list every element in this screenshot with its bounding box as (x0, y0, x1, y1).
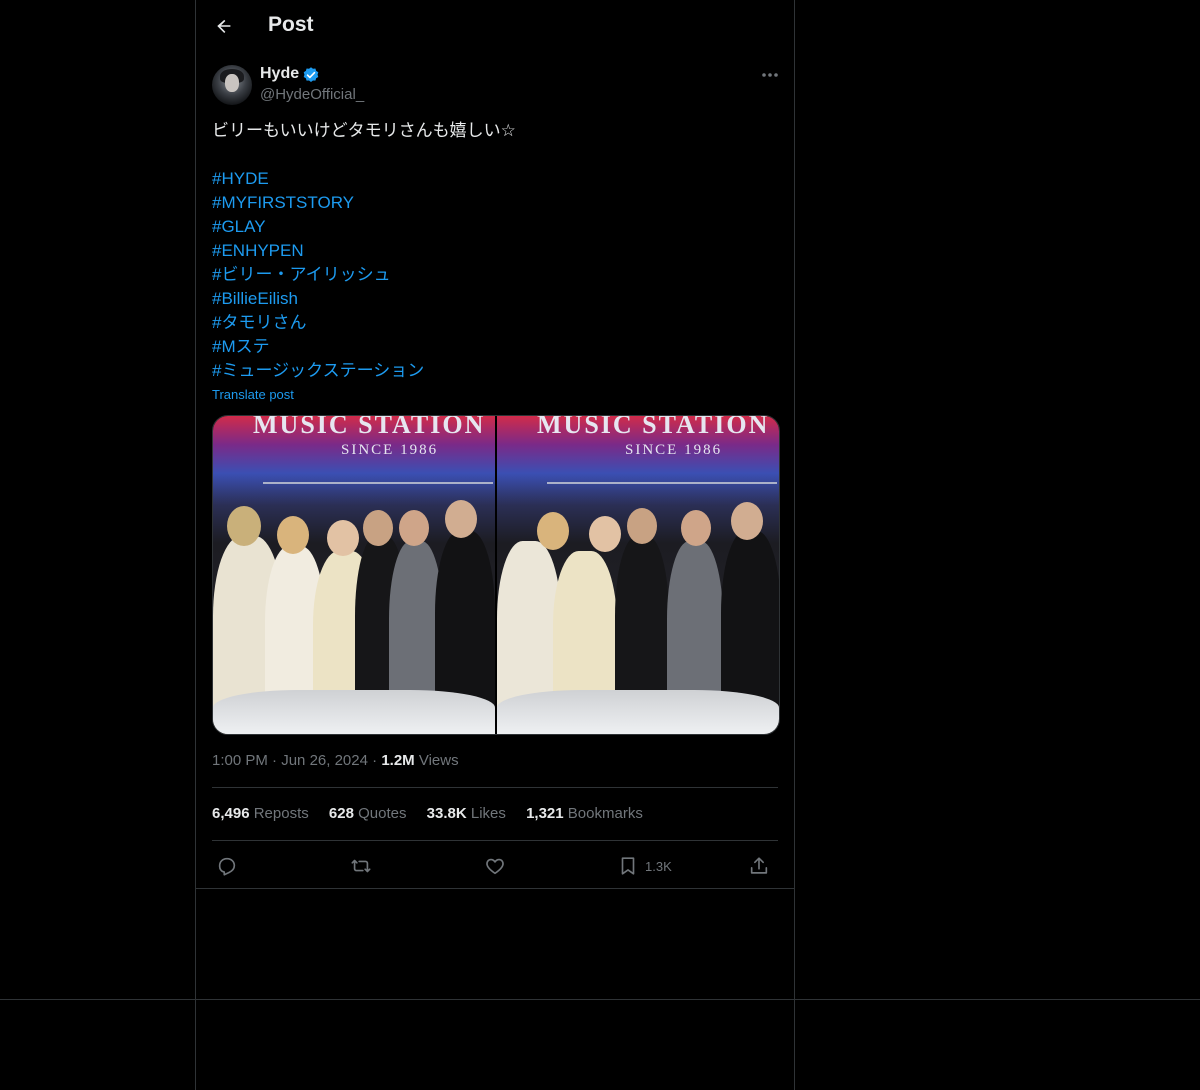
meta-separator: · (372, 752, 382, 769)
quotes-stat[interactable]: 628 Quotes (329, 805, 407, 822)
post-metadata: 1:00 PM · Jun 26, 2024 · 1.2M Views (212, 752, 459, 769)
hashtag-link[interactable]: #Mステ (212, 335, 424, 359)
media-grid: MUSIC STATION SINCE 1986 MUSIC STATION S… (212, 415, 780, 735)
quotes-label: Quotes (358, 805, 407, 822)
hashtag-list: #HYDE #MYFIRSTSTORY #GLAY #ENHYPEN #ビリー・… (212, 167, 424, 383)
more-options-button[interactable] (759, 64, 781, 86)
views-count: 1.2M (381, 752, 415, 769)
person-head (627, 508, 657, 544)
person-head (445, 500, 477, 538)
post-header: Post (196, 0, 794, 53)
hashtag-link[interactable]: #ミュージックステーション (212, 359, 424, 383)
person-head (327, 520, 359, 556)
back-button[interactable] (212, 14, 236, 38)
author-handle[interactable]: @HydeOfficial_ (260, 86, 364, 103)
reposts-stat[interactable]: 6,496 Reposts (212, 805, 309, 822)
post-time[interactable]: 1:00 PM (212, 752, 268, 769)
bookmarks-stat[interactable]: 1,321 Bookmarks (526, 805, 643, 822)
reply-icon (218, 857, 236, 876)
views-label: Views (418, 752, 459, 769)
photo-banner-text: MUSIC STATION (537, 416, 770, 439)
translate-post-link[interactable]: Translate post (212, 387, 294, 402)
tweet-text: ビリーもいいけどタモリさんも嬉しい☆ (212, 121, 516, 140)
back-arrow-icon (217, 19, 231, 33)
hashtag-link[interactable]: #ビリー・アイリッシュ (212, 263, 424, 287)
hashtag-link[interactable]: #HYDE (212, 167, 424, 191)
reposts-count: 6,496 (212, 805, 250, 822)
like-button[interactable] (484, 852, 506, 880)
bookmark-icon (621, 857, 635, 875)
page-title: Post (268, 13, 314, 36)
repost-icon (351, 859, 371, 873)
likes-label: Likes (470, 805, 506, 822)
bookmark-count: 1.3K (645, 858, 672, 874)
avatar-face (225, 74, 239, 92)
reply-button[interactable] (216, 852, 238, 880)
primary-column: Post Hyde @HydeOfficial_ ビリーもいいけどタモリさんも嬉… (195, 0, 795, 1090)
bookmark-button[interactable]: 1.3K (617, 852, 672, 880)
hashtag-link[interactable]: #タモリさん (212, 311, 424, 335)
person-head (277, 516, 309, 554)
reposts-label: Reposts (253, 805, 309, 822)
person-head (537, 512, 569, 550)
photo-since-text: SINCE 1986 (625, 442, 723, 458)
author-name[interactable]: Hyde (260, 65, 299, 83)
photo-since-text: SINCE 1986 (341, 442, 439, 458)
likes-count: 33.8K (426, 805, 467, 822)
bookmarks-count: 1,321 (526, 805, 564, 822)
action-bar: 1.3K (212, 852, 778, 880)
share-button[interactable] (748, 852, 770, 880)
person-head (399, 510, 429, 546)
divider (212, 787, 778, 788)
hashtag-link[interactable]: #BillieEilish (212, 287, 424, 311)
quotes-count: 628 (328, 805, 354, 822)
person-head (363, 510, 393, 546)
hashtag-link[interactable]: #MYFIRSTSTORY (212, 191, 424, 215)
like-icon (486, 858, 504, 875)
person-head (589, 516, 621, 552)
stage-floor (213, 690, 495, 734)
stage-floor (497, 690, 779, 734)
repost-button[interactable] (350, 852, 372, 880)
photo-banner-text: MUSIC STATION (253, 416, 486, 439)
hashtag-link[interactable]: #ENHYPEN (212, 239, 424, 263)
divider (212, 840, 778, 841)
person-head (227, 506, 261, 546)
author-avatar[interactable] (212, 65, 252, 105)
person-head (731, 502, 763, 540)
share-icon (750, 857, 768, 874)
meta-separator: · (272, 752, 282, 769)
likes-stat[interactable]: 33.8K Likes (427, 805, 506, 822)
photo-1[interactable]: MUSIC STATION SINCE 1986 (213, 416, 495, 734)
engagement-stats: 6,496 Reposts 628 Quotes 33.8K Likes 1,3… (212, 805, 659, 822)
bookmarks-label: Bookmarks (567, 805, 643, 822)
divider (196, 888, 794, 889)
person-head (681, 510, 711, 546)
photo-2[interactable]: MUSIC STATION SINCE 1986 (497, 416, 779, 734)
more-options-icon (762, 73, 778, 77)
post-date[interactable]: Jun 26, 2024 (281, 752, 368, 769)
verified-badge-icon[interactable] (302, 66, 320, 84)
hashtag-link[interactable]: #GLAY (212, 215, 424, 239)
